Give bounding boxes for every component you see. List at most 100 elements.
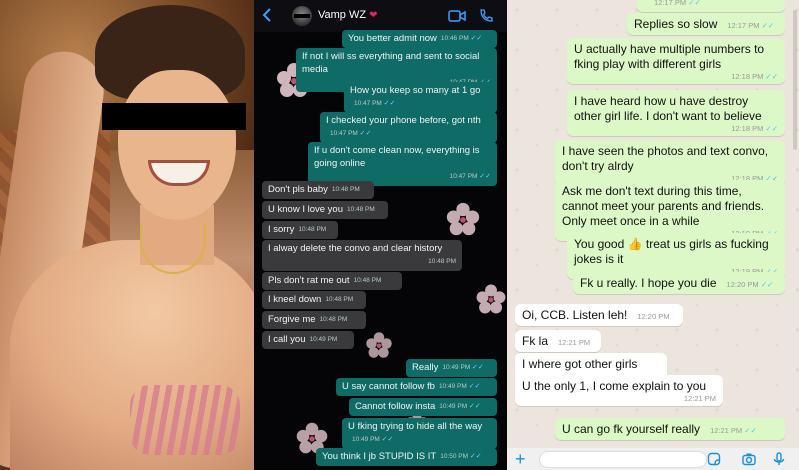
avatar[interactable]: [292, 6, 312, 26]
message-text: If not I will ss everything and sent to …: [302, 51, 480, 75]
message-text: How you keep so many at 1 go: [350, 85, 481, 96]
message-text: U say cannot follow fb: [342, 381, 435, 392]
message-time: 10:48 PM: [331, 186, 360, 193]
read-receipt-icon: ✓✓: [468, 403, 481, 410]
message-time: 10:48 PM: [298, 226, 327, 233]
message-text: I where got other girls: [522, 357, 638, 371]
message-bubble[interactable]: Oi, CCB. Listen leh! 12:20 PM: [515, 304, 683, 326]
sticker-icon[interactable]: [707, 452, 721, 466]
message-bubble[interactable]: I checked your phone before, got nth 10:4…: [320, 112, 497, 143]
read-receipt-icon: ✓✓: [468, 383, 481, 390]
message-text: U can go fk yourself really: [562, 422, 701, 436]
message-bubble[interactable]: Cannot follow insta 10:49 PM ✓✓: [349, 398, 497, 416]
message-bubble[interactable]: Pls don't rat me out 10:48 PM: [262, 272, 402, 290]
plus-icon[interactable]: +: [515, 450, 526, 468]
blossom-decoration: [446, 202, 480, 236]
message-bubble[interactable]: Replies so slow 12:17 PM ✓✓: [627, 13, 785, 35]
message-bubble[interactable]: U know I love you 10:48 PM: [262, 201, 388, 219]
message-text: U fking trying to hide all the way: [348, 421, 483, 432]
message-text: Replies so slow: [634, 17, 718, 31]
message-bubble[interactable]: U fking trying to hide all the way 10:49 …: [342, 418, 497, 449]
message-time: 10:49 PM ✓✓: [439, 403, 481, 410]
message-time: 12:20 PM ✓✓: [726, 280, 774, 289]
message-bubble[interactable]: I have heard how u have destroy other gi…: [567, 90, 785, 136]
chest-tattoo: [130, 385, 240, 455]
read-receipt-icon: ✓✓: [359, 130, 372, 137]
message-time: 10:48 PM: [346, 206, 375, 213]
thumbs-up-icon: 👍: [627, 237, 643, 251]
message-text: I kneel down: [268, 294, 322, 305]
message-bubble[interactable]: U say cannot follow fb 10:49 PM ✓✓: [336, 378, 497, 396]
message-text: I checked your phone before, got nth: [326, 115, 481, 126]
message-text: Pls don't rat me out: [268, 275, 350, 286]
scrollbar[interactable]: [793, 10, 797, 150]
read-receipt-icon: ✓✓: [765, 124, 778, 133]
message-bubble[interactable]: Don't pls baby 10:48 PM: [262, 181, 374, 199]
message-time: 12:18 PM ✓✓: [731, 124, 778, 133]
blossom-decoration: [476, 284, 506, 314]
video-call-icon[interactable]: [448, 9, 466, 23]
message-bubble[interactable]: I kneel down 10:48 PM: [262, 291, 366, 309]
message-text: Oi, CCB. Listen leh!: [522, 308, 628, 322]
microphone-icon[interactable]: [772, 452, 786, 466]
back-icon[interactable]: [260, 7, 276, 23]
message-text: U the only 1, I come explain to you: [522, 379, 707, 393]
message-bubble[interactable]: I call you 10:49 PM: [262, 331, 354, 349]
message-time: 10:49 PM: [309, 336, 338, 343]
message-text: If u don't come clean now, everything is…: [314, 145, 480, 169]
message-text: Forgive me: [268, 314, 316, 325]
censor-bar: [102, 103, 246, 130]
message-text: You good: [574, 237, 628, 251]
message-bubble[interactable]: U can go fk yourself really 12:21 PM ✓✓: [555, 418, 785, 440]
message-text: Fk u really. I hope you die: [580, 276, 717, 290]
read-receipt-icon: ✓✓: [744, 426, 757, 435]
input-bar: +: [507, 448, 799, 470]
message-bubble[interactable]: If u don't come clean now, everything is…: [308, 142, 497, 186]
message-text: I have heard how u have destroy other gi…: [574, 94, 762, 123]
message-text: You better admit now: [348, 33, 437, 44]
message-bubble[interactable]: Fk u really. I hope you die 12:20 PM ✓✓: [573, 272, 785, 294]
message-time: 12:21 PM: [683, 394, 716, 403]
light-chat-screenshot: 12:17 PM ✓✓ Replies so slow 12:17 PM ✓✓ U a…: [507, 0, 799, 470]
message-bubble[interactable]: You better admit now 10:46 PM ✓✓: [342, 30, 497, 48]
message-bubble[interactable]: Really 10:49 PM ✓✓: [406, 359, 497, 377]
message-bubble[interactable]: How you keep so many at 1 go 10:47 PM ✓✓: [344, 82, 497, 113]
blossom-decoration: [366, 332, 392, 358]
contact-name[interactable]: Vamp WZ ❤: [318, 9, 378, 21]
message-bubble[interactable]: You think I jb STUPID IS IT 10:50 PM ✓✓: [316, 448, 497, 466]
read-receipt-icon: ✓✓: [479, 173, 491, 180]
message-time: 10:48 PM: [319, 316, 348, 323]
message-text: Fk la: [522, 334, 549, 348]
message-time: 12:20 PM: [637, 312, 670, 321]
message-bubble[interactable]: U the only 1, I come explain to you 12:21…: [515, 375, 723, 406]
message-bubble[interactable]: Ask me don't text during this time, cann…: [555, 180, 785, 241]
message-text: I sorry: [268, 224, 295, 235]
read-receipt-icon: ✓✓: [472, 364, 484, 371]
message-time: 12:17 PM ✓✓: [727, 21, 775, 30]
message-bubble[interactable]: I alway delete the convo and clear histo…: [262, 240, 462, 271]
message-bubble[interactable]: I sorry 10:48 PM: [262, 221, 338, 239]
message-text: I alway delete the convo and clear histo…: [268, 243, 443, 254]
phone-icon[interactable]: [478, 8, 494, 24]
message-time: 10:46 PM ✓✓: [440, 35, 483, 42]
message-text: I call you: [268, 334, 306, 345]
message-time: 10:49 PM ✓✓: [352, 436, 394, 443]
read-receipt-icon: ✓✓: [688, 0, 701, 7]
message-input[interactable]: [539, 451, 707, 468]
message-text: I have seen the photos and text convo, d…: [562, 144, 769, 173]
message-text: Ask me don't text during this time, cann…: [562, 184, 765, 228]
read-receipt-icon: ✓✓: [765, 72, 778, 81]
read-receipt-icon: ✓✓: [470, 35, 483, 42]
message-bubble[interactable]: Fk la 12:21 PM: [515, 330, 601, 352]
message-time: 10:47 PM ✓✓: [330, 130, 372, 137]
camera-icon[interactable]: [742, 452, 756, 466]
message-time: 12:21 PM: [558, 338, 591, 347]
message-time: 12:18 PM ✓✓: [731, 72, 778, 81]
message-time: 10:48 PM: [428, 258, 456, 265]
message-text: Really: [412, 362, 439, 373]
message-bubble[interactable]: 12:17 PM ✓✓: [637, 0, 785, 12]
read-receipt-icon: ✓✓: [760, 280, 774, 289]
message-bubble[interactable]: Forgive me 10:48 PM: [262, 311, 366, 329]
message-bubble[interactable]: U actually have multiple numbers to fkin…: [567, 38, 785, 84]
read-receipt-icon: ✓✓: [383, 100, 396, 107]
